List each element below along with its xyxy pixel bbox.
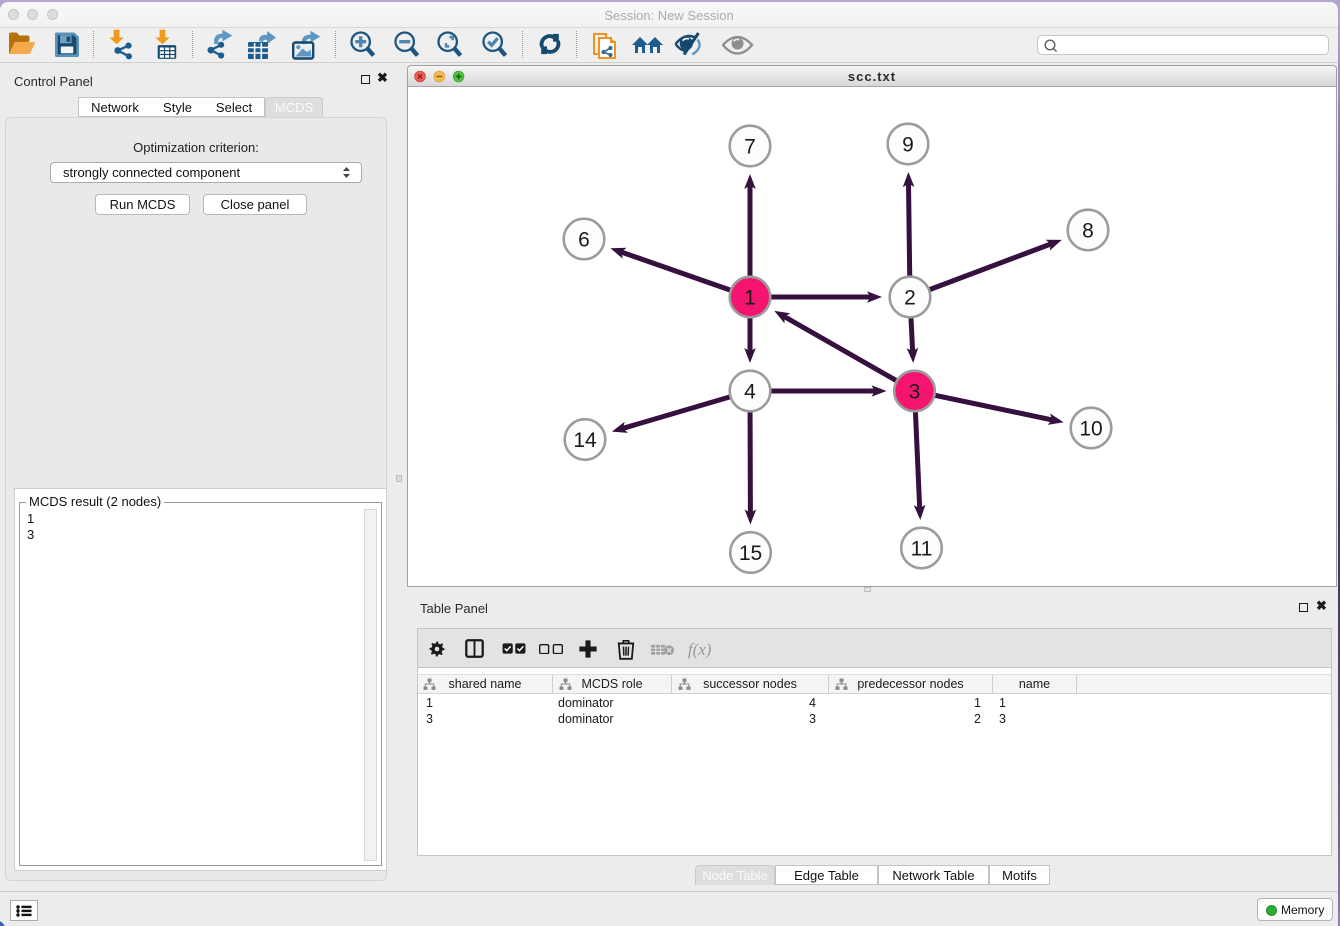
svg-text:3: 3 [909, 381, 921, 404]
svg-text:11: 11 [911, 538, 933, 561]
svg-text:2: 2 [904, 287, 916, 310]
svg-text:7: 7 [744, 136, 756, 159]
svg-text:9: 9 [902, 134, 914, 157]
svg-text:f(x): f(x) [688, 640, 712, 659]
svg-text:4: 4 [744, 381, 756, 404]
svg-text:1: 1 [744, 287, 756, 310]
svg-text:6: 6 [578, 229, 590, 252]
svg-text:10: 10 [1079, 418, 1102, 441]
svg-text:8: 8 [1082, 220, 1094, 243]
svg-text:14: 14 [573, 429, 597, 452]
svg-text:15: 15 [739, 542, 762, 565]
